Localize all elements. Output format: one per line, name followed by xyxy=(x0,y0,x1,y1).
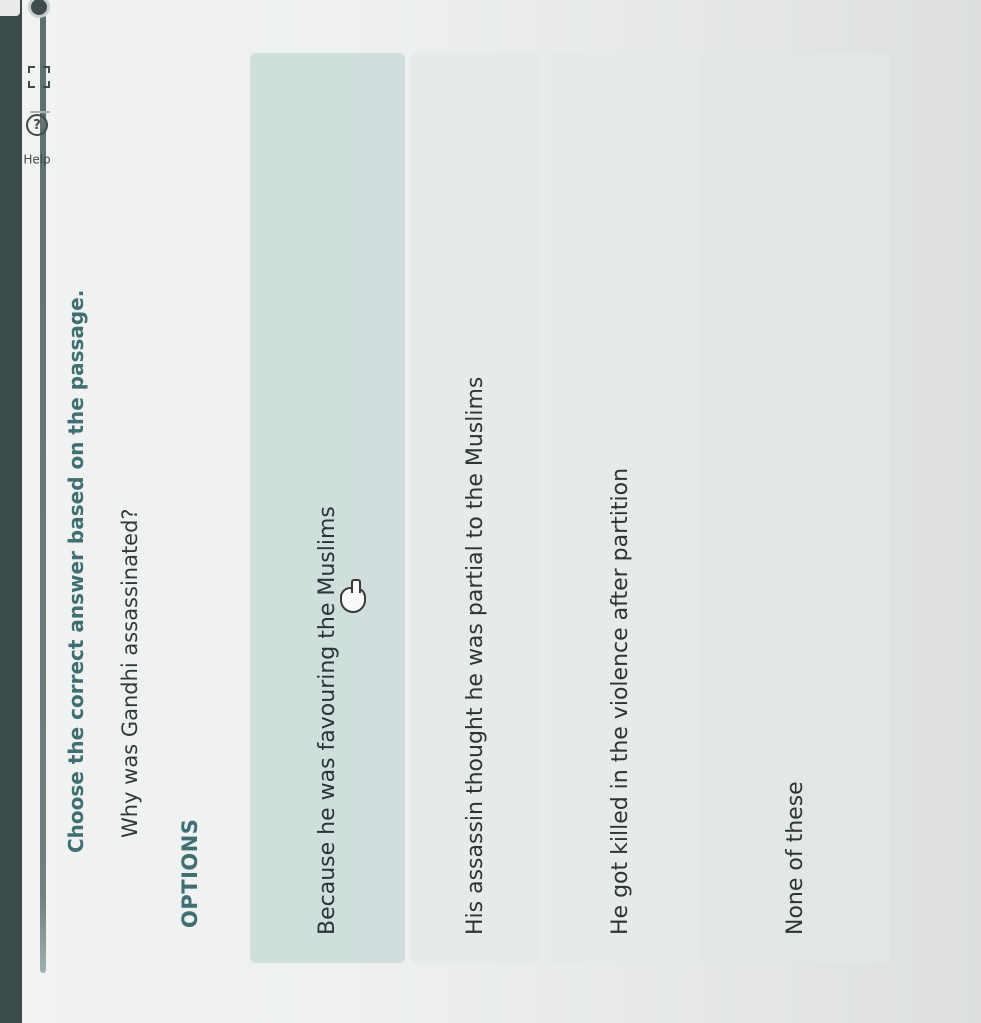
option-3[interactable]: He got killed in the violence after part… xyxy=(545,53,695,963)
option-label: He got killed in the violence after part… xyxy=(607,467,633,935)
option-label: None of these xyxy=(782,781,808,935)
option-4[interactable]: None of these xyxy=(700,53,890,963)
instruction-text: Choose the correct answer based on the p… xyxy=(64,289,88,853)
help-icon[interactable]: ? xyxy=(26,114,48,136)
option-1[interactable]: Because he was favouring the Muslims xyxy=(250,53,405,963)
hand-cursor-icon xyxy=(340,587,366,613)
toolbar-divider xyxy=(30,111,50,113)
window-corner xyxy=(0,0,20,16)
question-text: Why was Gandhi assassinated? xyxy=(118,508,142,838)
help-label[interactable]: Help xyxy=(23,152,50,166)
quiz-screen: ? Help Choose the correct answer based o… xyxy=(0,0,981,1023)
settings-icon[interactable] xyxy=(28,0,50,18)
option-label: Because he was favouring the Muslims xyxy=(315,506,340,935)
option-label: His assassin thought he was partial to t… xyxy=(462,376,488,935)
top-bar xyxy=(0,0,22,1023)
options-heading: OPTIONS xyxy=(178,818,202,928)
option-2[interactable]: His assassin thought he was partial to t… xyxy=(410,53,540,963)
fullscreen-icon[interactable] xyxy=(28,66,50,88)
